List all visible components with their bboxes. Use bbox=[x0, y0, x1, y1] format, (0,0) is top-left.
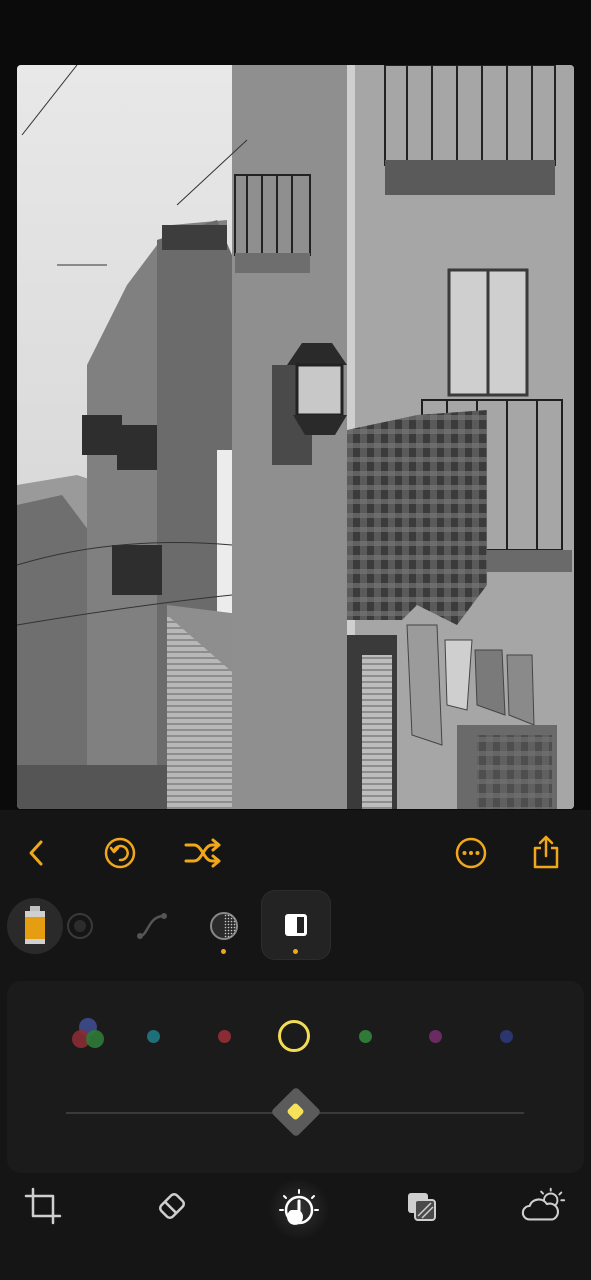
swatch-magenta[interactable] bbox=[429, 1030, 442, 1043]
swatch-red[interactable] bbox=[218, 1030, 231, 1043]
more-icon bbox=[455, 837, 487, 869]
layers-tool[interactable] bbox=[397, 1182, 445, 1230]
revert-icon bbox=[104, 837, 136, 869]
chevron-left-icon bbox=[29, 840, 43, 866]
more-button[interactable] bbox=[453, 835, 489, 871]
color-wheel-icon bbox=[67, 913, 93, 939]
grain-indicator-dot bbox=[221, 949, 226, 954]
crop-icon bbox=[24, 1187, 62, 1225]
color-wheel-tool[interactable] bbox=[66, 912, 94, 940]
back-button[interactable] bbox=[20, 836, 52, 870]
crop-tool[interactable] bbox=[19, 1182, 67, 1230]
film-icon bbox=[25, 906, 45, 944]
swatch-green[interactable] bbox=[359, 1030, 372, 1043]
swatch-blue[interactable] bbox=[500, 1030, 513, 1043]
bw-indicator-dot bbox=[293, 949, 298, 954]
share-icon bbox=[533, 835, 559, 869]
shuffle-button[interactable] bbox=[184, 836, 222, 870]
weather-tool[interactable] bbox=[520, 1182, 568, 1230]
eraser-tool[interactable] bbox=[148, 1182, 196, 1230]
curves-icon bbox=[137, 913, 167, 939]
share-button[interactable] bbox=[528, 833, 564, 871]
photo-preview bbox=[17, 65, 574, 809]
swatch-all-colors[interactable] bbox=[68, 1014, 108, 1054]
adjust-icon bbox=[279, 1189, 319, 1225]
swatch-yellow-selected[interactable] bbox=[278, 1020, 310, 1052]
bw-icon bbox=[285, 914, 307, 936]
grain-tool[interactable] bbox=[208, 910, 240, 942]
grain-icon bbox=[210, 912, 238, 940]
swatch-cyan[interactable] bbox=[147, 1030, 160, 1043]
color-mix-panel bbox=[7, 981, 584, 1173]
weather-icon bbox=[521, 1187, 566, 1221]
layers-icon bbox=[408, 1193, 436, 1221]
multicolor-icon bbox=[72, 1018, 104, 1048]
adjust-tool[interactable] bbox=[275, 1184, 323, 1232]
eraser-icon bbox=[158, 1192, 186, 1220]
revert-button[interactable] bbox=[102, 835, 138, 871]
curves-tool[interactable] bbox=[136, 910, 168, 942]
film-tool[interactable] bbox=[7, 898, 63, 954]
shuffle-icon bbox=[184, 838, 221, 868]
